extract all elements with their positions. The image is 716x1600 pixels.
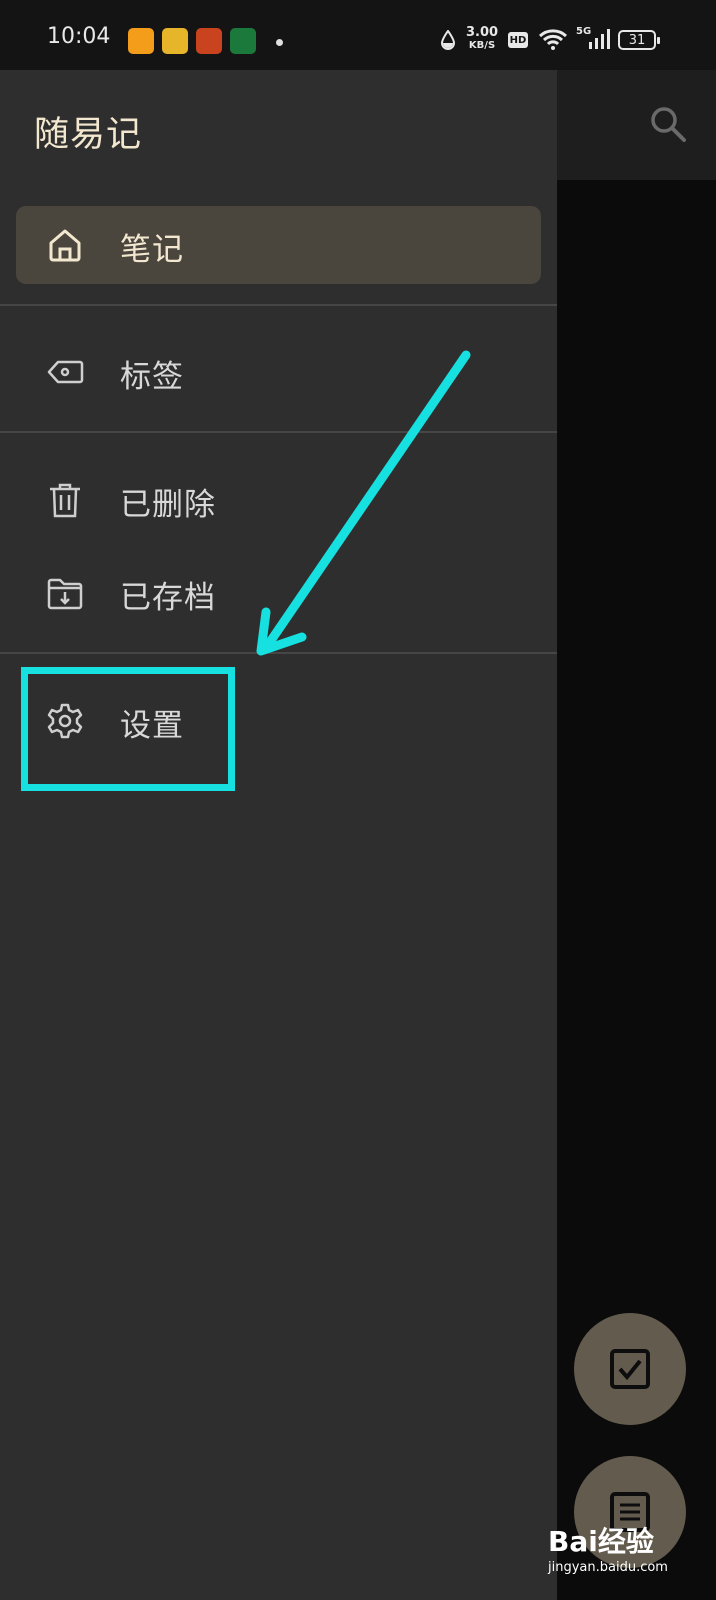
watermark-url: jingyan.baidu.com — [548, 1560, 668, 1575]
baidu-watermark: Bai经验 jingyan.baidu.com — [548, 1520, 668, 1575]
annotation-arrow — [256, 350, 471, 656]
watermark-brand: Bai经验 — [548, 1525, 654, 1558]
